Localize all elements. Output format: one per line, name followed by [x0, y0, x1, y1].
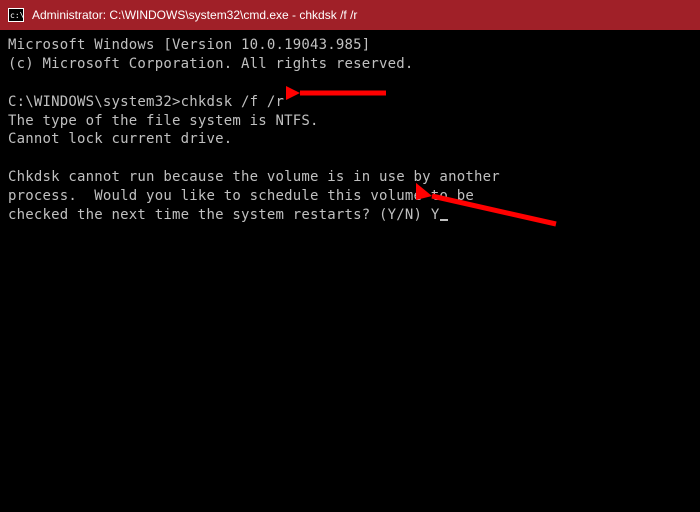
entered-command: chkdsk /f /r: [181, 94, 285, 110]
user-response: Y: [431, 207, 440, 223]
blank-line: [8, 149, 692, 168]
text-cursor: [440, 219, 448, 221]
blank-line: [8, 74, 692, 93]
titlebar[interactable]: c:\ Administrator: C:\WINDOWS\system32\c…: [0, 0, 700, 30]
output-line: process. Would you like to schedule this…: [8, 187, 692, 206]
output-line: Cannot lock current drive.: [8, 130, 692, 149]
version-line: Microsoft Windows [Version 10.0.19043.98…: [8, 36, 692, 55]
prompt-line: C:\WINDOWS\system32>chkdsk /f /r: [8, 93, 692, 112]
yn-prompt-line: checked the next time the system restart…: [8, 206, 692, 225]
copyright-line: (c) Microsoft Corporation. All rights re…: [8, 55, 692, 74]
cmd-icon: c:\: [8, 8, 24, 22]
output-line: The type of the file system is NTFS.: [8, 112, 692, 131]
output-line: Chkdsk cannot run because the volume is …: [8, 168, 692, 187]
terminal-body[interactable]: Microsoft Windows [Version 10.0.19043.98…: [0, 30, 700, 512]
prompt: C:\WINDOWS\system32>: [8, 94, 181, 110]
yn-prompt-text: checked the next time the system restart…: [8, 207, 431, 223]
window-title: Administrator: C:\WINDOWS\system32\cmd.e…: [32, 8, 357, 22]
